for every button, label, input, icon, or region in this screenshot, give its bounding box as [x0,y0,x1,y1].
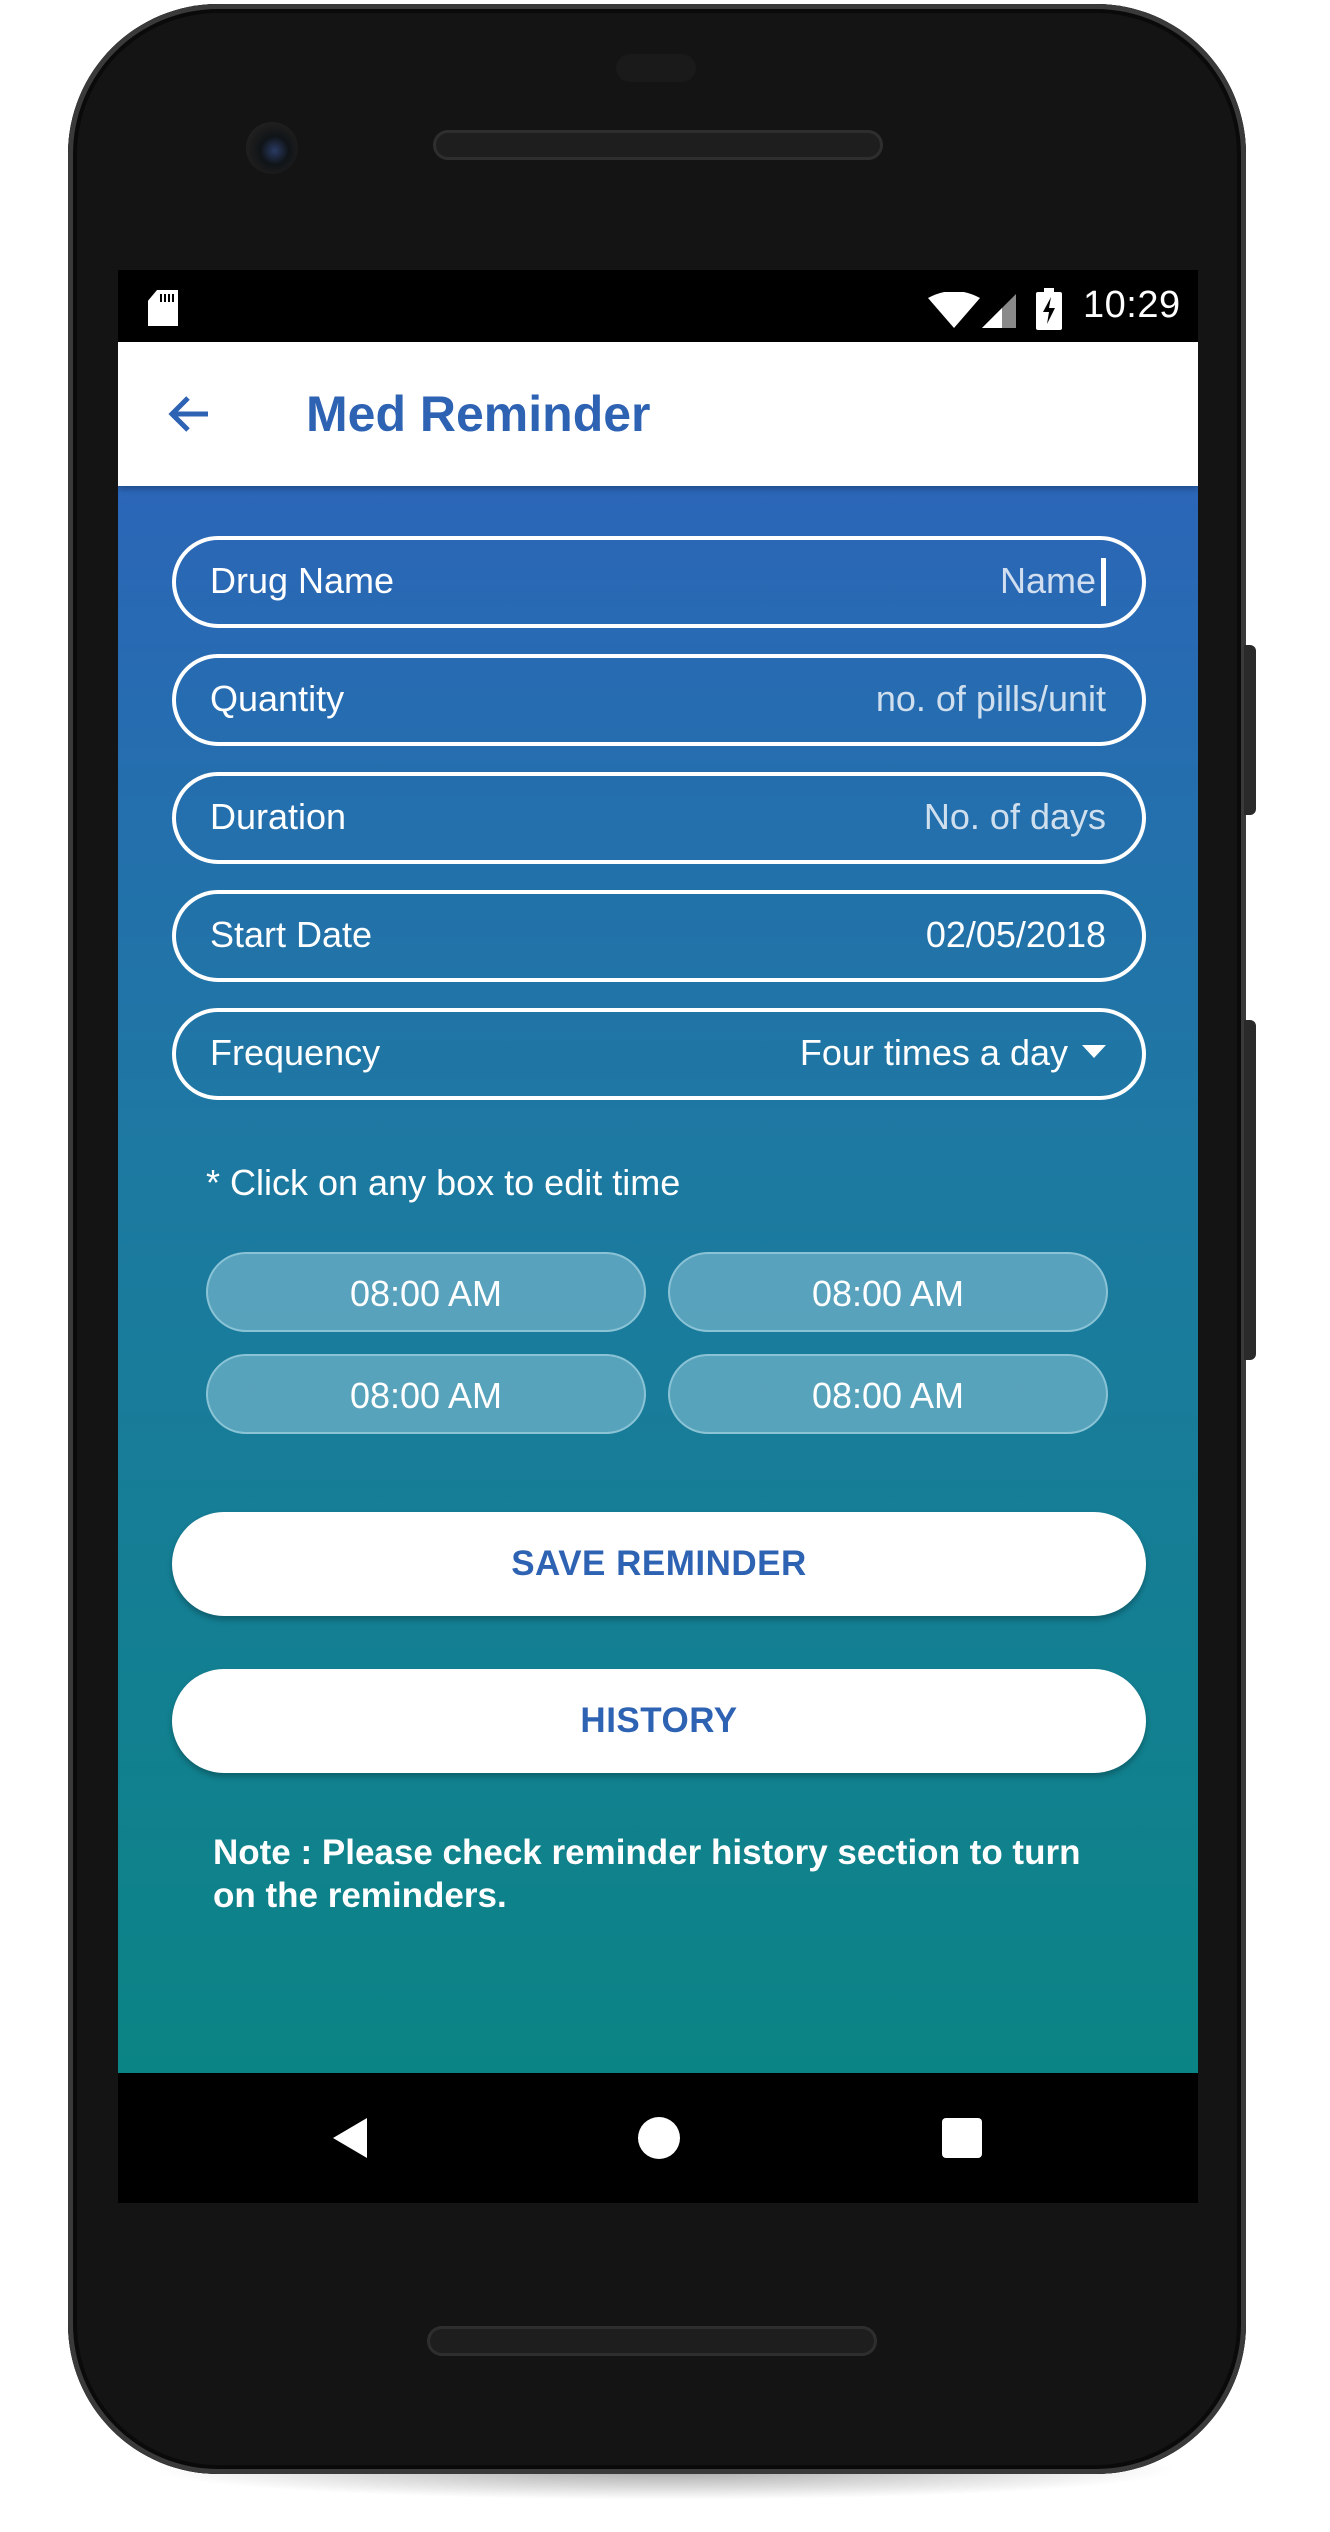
start-date-label: Start Date [210,914,373,955]
navigation-bar [118,2073,1198,2203]
save-reminder-button[interactable]: SAVE REMINDER [172,1512,1146,1616]
main-content: Drug Name Name Quantity no. of pills/uni… [118,486,1198,2073]
cell-signal-icon [982,294,1016,328]
arrow-left-icon[interactable] [162,386,218,442]
volume-rocker [1244,1020,1256,1360]
drug-name-label: Drug Name [210,560,395,601]
frequency-label: Frequency [210,1032,381,1073]
drug-name-field[interactable]: Drug Name Name [172,536,1146,628]
history-button[interactable]: HISTORY [172,1669,1146,1773]
sd-card-icon [148,290,178,326]
frequency-value: Four times a day [799,1032,1068,1073]
page-title: Med Reminder [306,386,651,442]
nav-recents-icon[interactable] [942,2118,982,2158]
power-button [1244,645,1256,815]
start-date-field[interactable]: Start Date 02/05/2018 [172,890,1146,982]
duration-placeholder: No. of days [923,796,1106,837]
battery-charging-icon [1036,288,1062,330]
front-camera-icon [246,122,298,174]
time-slot-3[interactable]: 08:00 AM [206,1354,646,1434]
quantity-placeholder: no. of pills/unit [875,678,1106,719]
start-date-value: 02/05/2018 [925,914,1106,955]
nav-home-icon[interactable] [638,2117,680,2159]
quantity-label: Quantity [210,678,345,719]
time-slot-1[interactable]: 08:00 AM [206,1252,646,1332]
frequency-value-wrap: Four times a day [800,1032,1106,1074]
edit-time-hint: * Click on any box to edit time [206,1162,681,1203]
reminder-note: Note : Please check reminder history sec… [213,1833,1081,1915]
text-cursor [1101,558,1106,606]
app-bar: Med Reminder [118,342,1198,486]
drug-name-placeholder: Name [999,560,1096,601]
duration-label: Duration [210,796,347,837]
bottom-speaker [427,2326,877,2356]
time-slot-4[interactable]: 08:00 AM [668,1354,1108,1434]
time-slot-2[interactable]: 08:00 AM [668,1252,1108,1332]
duration-field[interactable]: Duration No. of days [172,772,1146,864]
front-sensor [616,54,696,82]
quantity-field[interactable]: Quantity no. of pills/unit [172,654,1146,746]
frequency-select[interactable]: Frequency Four times a day [172,1008,1146,1100]
top-speaker [433,130,883,160]
screen: 10:29 Med Reminder Drug Name Name Quanti… [118,270,1198,2073]
nav-back-icon[interactable] [333,2118,367,2158]
caret-down-icon [1082,1044,1106,1058]
wifi-icon [928,292,980,328]
status-clock: 10:29 [1083,284,1181,326]
status-bar: 10:29 [118,270,1198,342]
